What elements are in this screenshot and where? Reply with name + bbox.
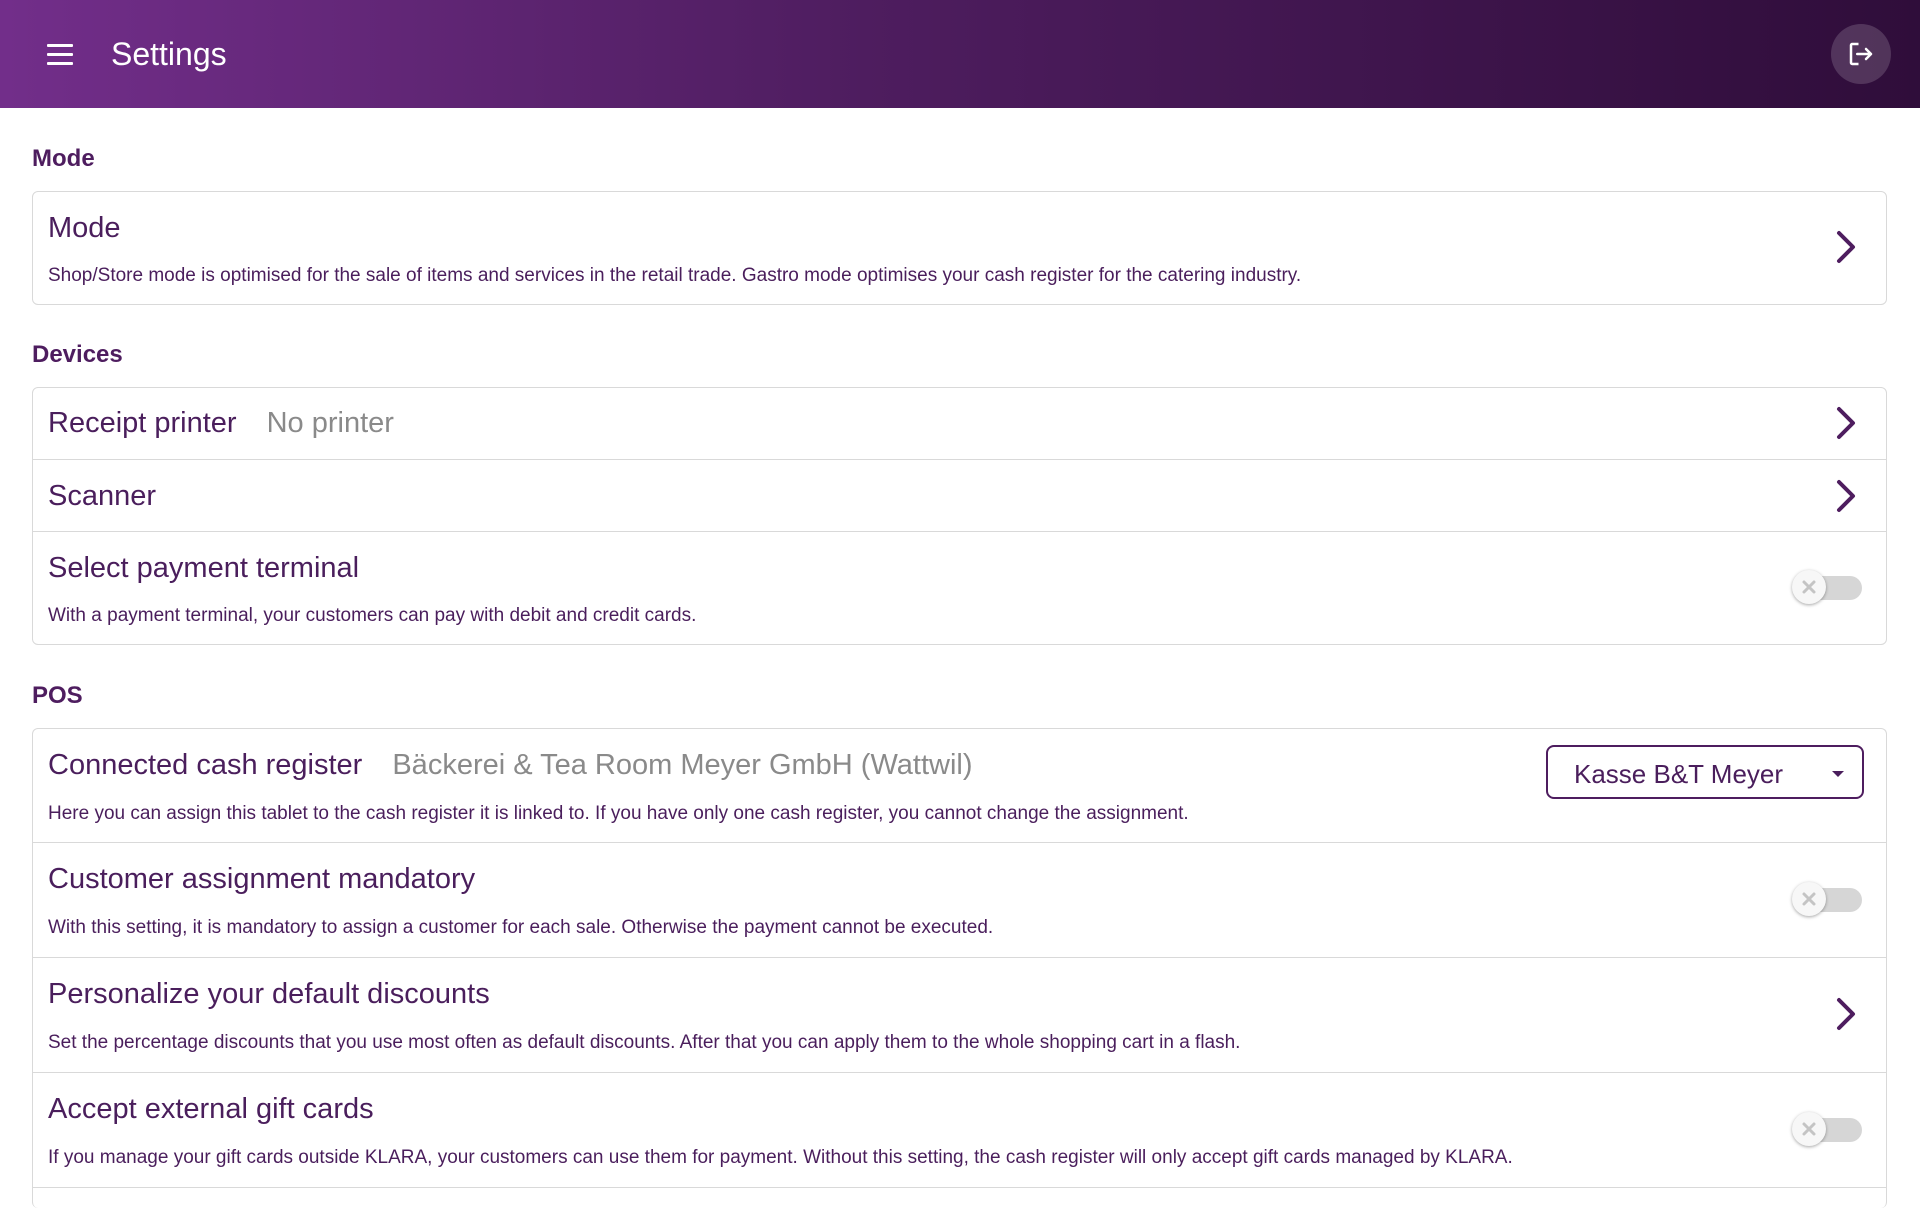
chevron-right-icon [1837, 998, 1855, 1030]
external-gift-cards-toggle[interactable] [1792, 1112, 1864, 1146]
hamburger-menu-icon [47, 44, 73, 47]
chevron-right-icon [1837, 231, 1855, 263]
chevron-right-icon [1837, 407, 1855, 439]
toggle-knob [1792, 570, 1826, 604]
default-discounts-row[interactable]: Personalize your default discounts Set t… [33, 957, 1886, 1072]
payment-terminal-row: Select payment terminal With a payment t… [33, 531, 1886, 645]
external-gift-cards-row: Accept external gift cards If you manage… [33, 1072, 1886, 1187]
toggle-knob [1792, 1112, 1826, 1146]
receipt-printer-row[interactable]: Receipt printer No printer [33, 388, 1886, 459]
receipt-printer-value: No printer [266, 407, 394, 439]
chevron-right-icon [1837, 480, 1855, 512]
section-title-mode: Mode [32, 145, 95, 172]
toggle-knob [1792, 882, 1826, 916]
receipt-printer-title: Receipt printer [48, 407, 237, 439]
cash-register-select-value: Kasse B&T Meyer [1574, 759, 1784, 789]
section-title-devices: Devices [32, 341, 123, 368]
connected-register-title-wrap: Connected cash register Bäckerei & Tea Ro… [48, 749, 973, 782]
devices-card: Receipt printer No printer Scanner Select… [32, 387, 1887, 645]
scanner-row[interactable]: Scanner [33, 459, 1886, 531]
payment-terminal-description: With a payment terminal, your customers … [48, 605, 697, 626]
close-icon [1802, 892, 1816, 906]
hamburger-menu-icon-bar [47, 53, 73, 56]
logout-icon [1849, 42, 1873, 66]
connected-register-value: Bäckerei & Tea Room Meyer GmbH (Wattwil) [392, 749, 973, 781]
scanner-title: Scanner [48, 480, 157, 512]
pos-card: Connected cash register Bäckerei & Tea Ro… [32, 728, 1887, 1208]
next-setting-row [33, 1187, 1886, 1208]
cash-register-select[interactable]: Kasse B&T Meyer [1546, 745, 1864, 799]
mode-card: Mode Shop/Store mode is optimised for th… [32, 191, 1887, 305]
app-bar: Settings [0, 0, 1920, 108]
section-title-pos: POS [32, 682, 83, 709]
caret-down-icon [1832, 771, 1844, 777]
mode-row[interactable]: Mode Shop/Store mode is optimised for th… [33, 192, 1886, 303]
external-gift-cards-title: Accept external gift cards [48, 1093, 374, 1125]
customer-assignment-title: Customer assignment mandatory [48, 863, 476, 895]
connected-register-title: Connected cash register [48, 749, 363, 781]
default-discounts-description: Set the percentage discounts that you us… [48, 1032, 1241, 1053]
close-icon [1802, 1122, 1816, 1136]
customer-assignment-row: Customer assignment mandatory With this … [33, 842, 1886, 957]
payment-terminal-toggle[interactable] [1792, 570, 1864, 604]
receipt-printer-title-wrap: Receipt printer No printer [48, 407, 394, 440]
close-icon [1802, 580, 1816, 594]
payment-terminal-title: Select payment terminal [48, 552, 360, 584]
customer-assignment-description: With this setting, it is mandatory to as… [48, 917, 994, 938]
connected-register-row: Connected cash register Bäckerei & Tea Ro… [33, 729, 1886, 841]
default-discounts-title: Personalize your default discounts [48, 978, 490, 1010]
mode-row-title: Mode [48, 212, 121, 244]
logout-button[interactable] [1831, 24, 1891, 84]
mode-row-description: Shop/Store mode is optimised for the sal… [48, 265, 1302, 286]
hamburger-menu-icon-bar [47, 62, 73, 65]
connected-register-description: Here you can assign this tablet to the c… [48, 803, 1189, 824]
menu-button[interactable] [32, 30, 86, 78]
page-title: Settings [111, 36, 227, 72]
customer-assignment-toggle[interactable] [1792, 882, 1864, 916]
external-gift-cards-description: If you manage your gift cards outside KL… [48, 1147, 1513, 1168]
